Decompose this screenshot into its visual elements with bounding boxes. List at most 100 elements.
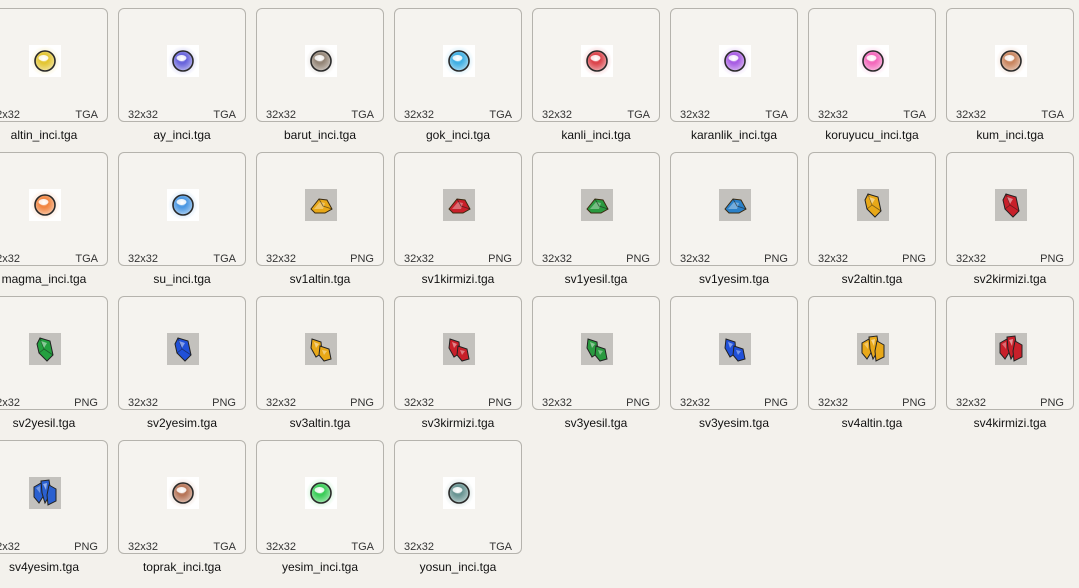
file-item[interactable]: 32x32 PNG sv4yesim.tga <box>0 440 118 584</box>
file-format-badge: PNG <box>350 253 374 265</box>
image-dimensions: 32x32 <box>818 253 848 265</box>
file-item[interactable]: 32x32 TGA yesim_inci.tga <box>256 440 394 584</box>
file-format-badge: PNG <box>902 397 926 409</box>
file-thumbnail[interactable]: 32x32 PNG <box>670 296 798 410</box>
file-name: sv1yesil.tga <box>564 272 628 286</box>
file-name: kanli_inci.tga <box>561 128 631 142</box>
file-item[interactable]: 32x32 PNG sv1yesil.tga <box>532 152 670 296</box>
file-name: sv1kirmizi.tga <box>421 272 495 286</box>
file-item[interactable]: 32x32 TGA magma_inci.tga <box>0 152 118 296</box>
file-thumbnail[interactable]: 32x32 TGA <box>394 440 522 554</box>
file-format-badge: TGA <box>351 109 374 121</box>
file-item[interactable]: 32x32 PNG sv2yesil.tga <box>0 296 118 440</box>
file-thumbnail[interactable]: 32x32 PNG <box>808 152 936 266</box>
image-dimensions: 32x32 <box>266 541 296 553</box>
file-name: sv3altin.tga <box>289 416 351 430</box>
file-item[interactable]: 32x32 PNG sv4kirmizi.tga <box>946 296 1079 440</box>
double-crystal-icon <box>443 333 475 365</box>
double-crystal-icon <box>305 333 337 365</box>
image-dimensions: 32x32 <box>128 397 158 409</box>
file-name: gok_inci.tga <box>425 128 491 142</box>
file-item[interactable]: 32x32 PNG sv2yesim.tga <box>118 296 256 440</box>
file-item[interactable]: 32x32 PNG sv3altin.tga <box>256 296 394 440</box>
file-item[interactable]: 32x32 PNG sv2altin.tga <box>808 152 946 296</box>
image-dimensions: 32x32 <box>128 253 158 265</box>
file-item[interactable]: 32x32 TGA koruyucu_inci.tga <box>808 8 946 152</box>
file-thumbnail[interactable]: 32x32 PNG <box>118 296 246 410</box>
image-dimensions: 32x32 <box>0 253 20 265</box>
file-format-badge: PNG <box>74 541 98 553</box>
file-thumbnail[interactable]: 32x32 PNG <box>946 296 1074 410</box>
image-dimensions: 32x32 <box>680 253 710 265</box>
file-thumbnail[interactable]: 32x32 TGA <box>0 152 108 266</box>
file-thumbnail[interactable]: 32x32 TGA <box>0 8 108 122</box>
file-thumbnail[interactable]: 32x32 TGA <box>256 440 384 554</box>
file-format-badge: PNG <box>488 253 512 265</box>
file-item[interactable]: 32x32 PNG sv1kirmizi.tga <box>394 152 532 296</box>
file-thumbnail[interactable]: 32x32 TGA <box>532 8 660 122</box>
file-name: yesim_inci.tga <box>281 560 359 574</box>
file-format-badge: TGA <box>75 109 98 121</box>
file-item[interactable]: 32x32 TGA kanli_inci.tga <box>532 8 670 152</box>
file-item[interactable]: 32x32 PNG sv3kirmizi.tga <box>394 296 532 440</box>
image-dimensions: 32x32 <box>404 541 434 553</box>
file-item[interactable]: 32x32 TGA yosun_inci.tga <box>394 440 532 584</box>
file-name: koruyucu_inci.tga <box>825 128 919 142</box>
file-format-badge: TGA <box>489 109 512 121</box>
image-dimensions: 32x32 <box>956 109 986 121</box>
image-dimensions: 32x32 <box>542 397 572 409</box>
file-item[interactable]: 32x32 TGA kum_inci.tga <box>946 8 1079 152</box>
image-dimensions: 32x32 <box>956 253 986 265</box>
file-thumbnail[interactable]: 32x32 PNG <box>394 296 522 410</box>
file-name: sv4yesim.tga <box>8 560 80 574</box>
file-thumbnail[interactable]: 32x32 TGA <box>808 8 936 122</box>
double-crystal-icon <box>719 333 751 365</box>
file-item[interactable]: 32x32 TGA toprak_inci.tga <box>118 440 256 584</box>
crystal-icon <box>29 333 61 365</box>
image-dimensions: 32x32 <box>542 253 572 265</box>
file-item[interactable]: 32x32 TGA ay_inci.tga <box>118 8 256 152</box>
file-name: sv3yesil.tga <box>564 416 628 430</box>
file-item[interactable]: 32x32 PNG sv2kirmizi.tga <box>946 152 1079 296</box>
double-crystal-icon <box>581 333 613 365</box>
image-dimensions: 32x32 <box>128 541 158 553</box>
file-item[interactable]: 32x32 PNG sv3yesim.tga <box>670 296 808 440</box>
file-thumbnail[interactable]: 32x32 TGA <box>118 152 246 266</box>
file-thumbnail[interactable]: 32x32 TGA <box>670 8 798 122</box>
file-thumbnail[interactable]: 32x32 TGA <box>118 440 246 554</box>
file-thumbnail[interactable]: 32x32 TGA <box>946 8 1074 122</box>
crystal-cluster-icon <box>29 477 61 509</box>
file-thumbnail[interactable]: 32x32 PNG <box>808 296 936 410</box>
file-name: sv4kirmizi.tga <box>973 416 1047 430</box>
image-dimensions: 32x32 <box>680 109 710 121</box>
file-format-badge: TGA <box>627 109 650 121</box>
file-format-badge: PNG <box>902 253 926 265</box>
file-thumbnail[interactable]: 32x32 TGA <box>118 8 246 122</box>
file-format-badge: TGA <box>213 109 236 121</box>
file-thumbnail[interactable]: 32x32 PNG <box>256 152 384 266</box>
file-format-badge: PNG <box>1040 253 1064 265</box>
file-name: su_inci.tga <box>153 272 211 286</box>
file-item[interactable]: 32x32 PNG sv1yesim.tga <box>670 152 808 296</box>
crystal-cluster-icon <box>857 333 889 365</box>
file-item[interactable]: 32x32 PNG sv4altin.tga <box>808 296 946 440</box>
file-thumbnail[interactable]: 32x32 TGA <box>256 8 384 122</box>
file-thumbnail[interactable]: 32x32 PNG <box>670 152 798 266</box>
file-item[interactable]: 32x32 TGA gok_inci.tga <box>394 8 532 152</box>
file-thumbnail[interactable]: 32x32 TGA <box>394 8 522 122</box>
file-thumbnail[interactable]: 32x32 PNG <box>256 296 384 410</box>
file-item[interactable]: 32x32 TGA karanlik_inci.tga <box>670 8 808 152</box>
file-thumbnail[interactable]: 32x32 PNG <box>532 296 660 410</box>
file-item[interactable]: 32x32 TGA altin_inci.tga <box>0 8 118 152</box>
file-thumbnail[interactable]: 32x32 PNG <box>394 152 522 266</box>
file-thumbnail[interactable]: 32x32 PNG <box>946 152 1074 266</box>
file-thumbnail[interactable]: 32x32 PNG <box>0 440 108 554</box>
file-item[interactable]: 32x32 PNG sv3yesil.tga <box>532 296 670 440</box>
file-name: sv3yesim.tga <box>698 416 770 430</box>
file-thumbnail[interactable]: 32x32 PNG <box>532 152 660 266</box>
file-name: toprak_inci.tga <box>142 560 222 574</box>
file-thumbnail[interactable]: 32x32 PNG <box>0 296 108 410</box>
file-item[interactable]: 32x32 TGA su_inci.tga <box>118 152 256 296</box>
file-item[interactable]: 32x32 PNG sv1altin.tga <box>256 152 394 296</box>
file-item[interactable]: 32x32 TGA barut_inci.tga <box>256 8 394 152</box>
